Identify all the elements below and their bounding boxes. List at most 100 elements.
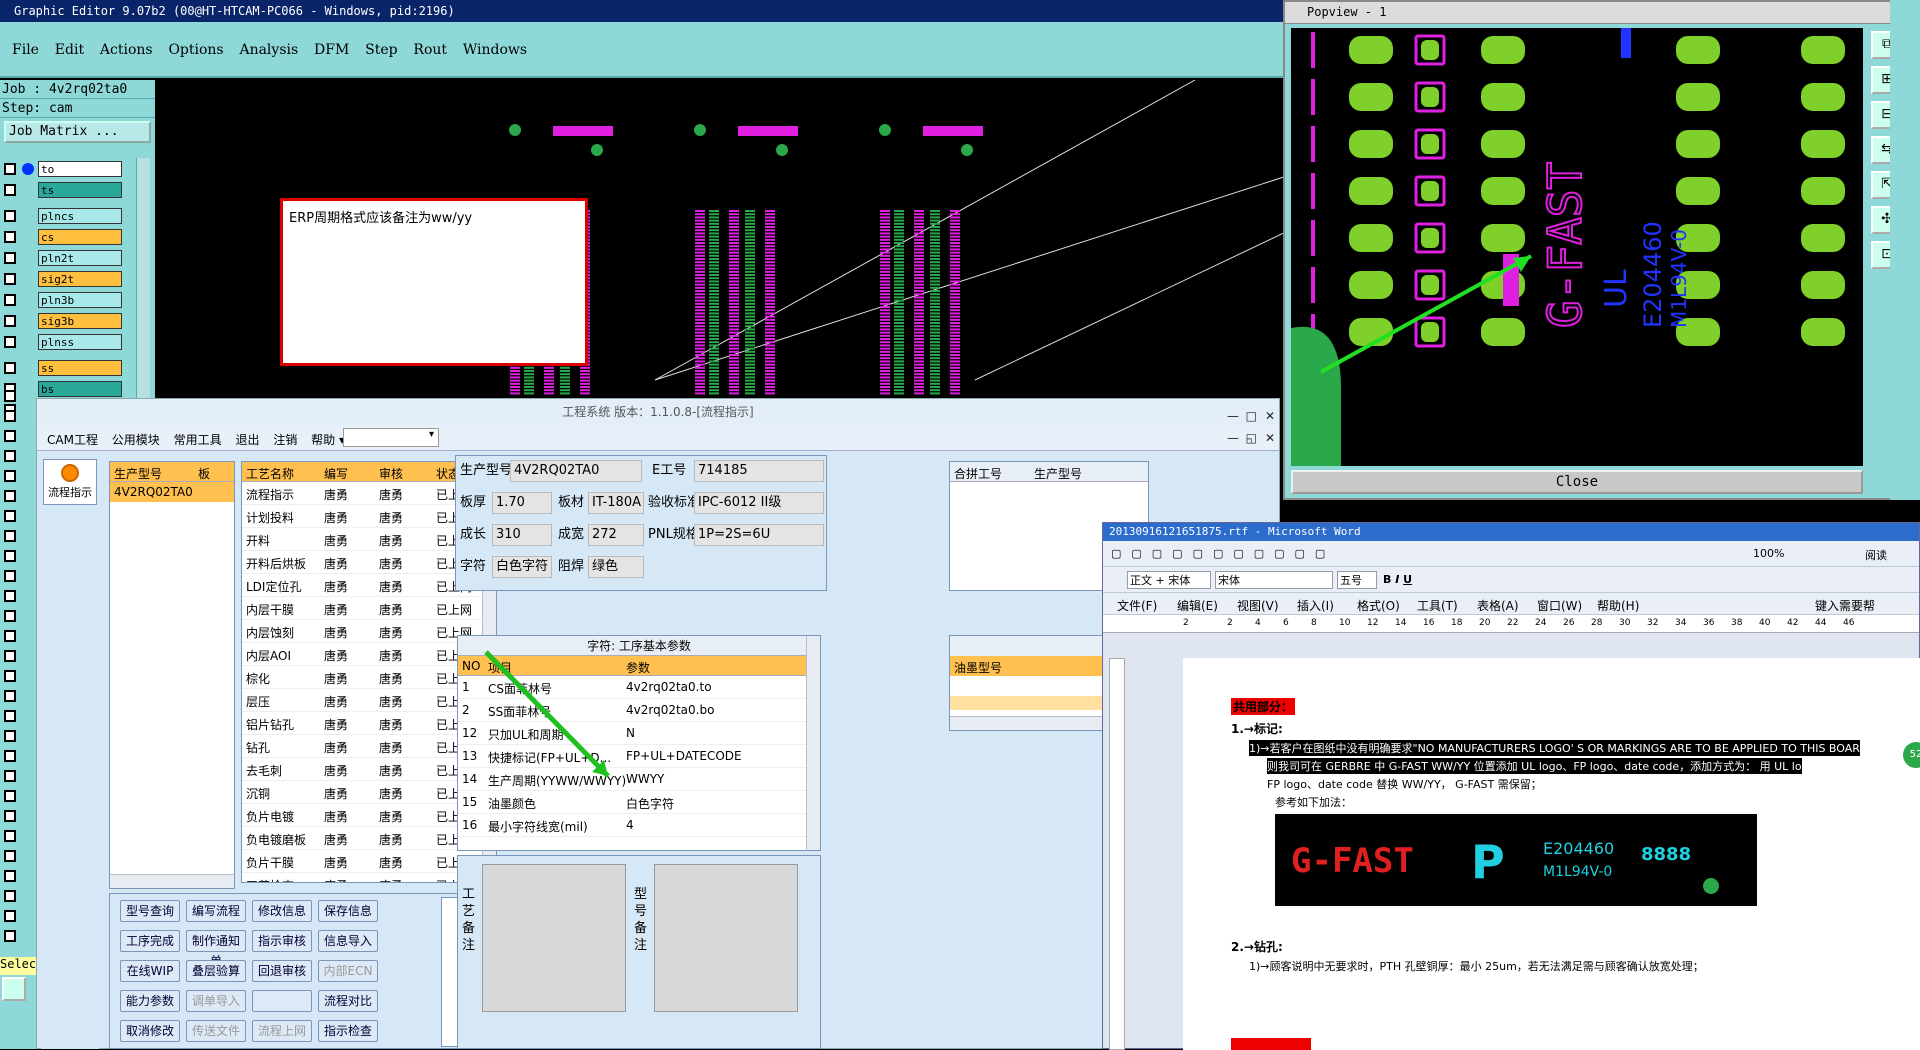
layer-row[interactable]: sig2t [2, 269, 140, 289]
param-row[interactable]: 13 快捷标记(FP+UL+D... FP+UL+DATECODE [458, 745, 820, 768]
menu-options[interactable]: Options [168, 42, 223, 58]
layer-toggle-box[interactable] [4, 770, 16, 782]
layer-toggle-box[interactable] [4, 410, 16, 422]
layer-toggle-box[interactable] [4, 710, 16, 722]
inner-minimize-button[interactable]: — [1227, 431, 1239, 445]
layer-toggle-box[interactable] [4, 570, 16, 582]
layer-name[interactable]: pln3b [38, 292, 122, 308]
word-menu-item[interactable]: 文件(F) [1117, 597, 1157, 614]
word-menu-item[interactable]: 表格(A) [1477, 597, 1519, 614]
model-remark-box[interactable] [654, 864, 798, 1012]
layer-checkbox[interactable] [4, 294, 16, 306]
menu-dfm[interactable]: DFM [314, 42, 349, 58]
action-button[interactable]: 取消修改 [120, 1020, 180, 1042]
word-document-page[interactable]: 共用部分： 1.→标记: 1)→若客户在图纸中没有明确要求"NO MANUFAC… [1183, 658, 1920, 1050]
menu-step[interactable]: Step [365, 42, 397, 58]
action-button[interactable]: 叠层验算 [186, 960, 246, 982]
layer-name[interactable]: ss [38, 360, 122, 376]
layer-toggle-box[interactable] [4, 610, 16, 622]
model-row-selected[interactable]: 4V2RQ02TA0 [110, 482, 234, 502]
process-nav-button[interactable]: 流程指示 [43, 459, 97, 505]
style-box[interactable]: 正文 + 宋体 [1127, 571, 1211, 589]
zoom-box[interactable]: 100% [1753, 547, 1784, 560]
layer-toggle-box[interactable] [4, 750, 16, 762]
layer-toggle-box[interactable] [4, 630, 16, 642]
notification-badge[interactable]: 52 [1903, 742, 1920, 768]
layer-toggle-box[interactable] [4, 530, 16, 542]
menu-actions[interactable]: Actions [100, 42, 153, 58]
word-menu-item[interactable]: 工具(T) [1417, 597, 1458, 614]
menu-exit[interactable]: 退出 [235, 431, 259, 448]
action-button[interactable]: 流程对比 [318, 990, 378, 1012]
layer-name[interactable]: plncs [38, 208, 122, 224]
size-box[interactable]: 五号 [1337, 571, 1377, 589]
word-menu-item[interactable]: 帮助(H) [1597, 597, 1639, 614]
layer-checkbox[interactable] [4, 315, 16, 327]
pcb-canvas[interactable]: ERP周期格式应该备注为ww/yy [155, 80, 1290, 400]
param-row[interactable]: 15 油墨颜色 白色字符 [458, 791, 820, 814]
layer-checkbox[interactable] [4, 273, 16, 285]
layer-toggle-box[interactable] [4, 690, 16, 702]
layer-row[interactable]: bs [2, 379, 140, 399]
layer-toggle-box[interactable] [4, 550, 16, 562]
layer-toggle-box[interactable] [4, 790, 16, 802]
layer-toggle-box[interactable] [4, 850, 16, 862]
action-button[interactable]: 修改信息 [252, 900, 312, 922]
process-remark-box[interactable] [482, 864, 626, 1012]
popview-canvas[interactable]: G-FAST UL E204460 M1L94V-0 [1291, 28, 1863, 466]
eng-combo-select[interactable]: ▾ [343, 428, 439, 447]
param-row[interactable]: 16 最小字符线宽(mil) 4 [458, 814, 820, 837]
layer-row[interactable]: pln3b [2, 290, 140, 310]
param-row[interactable]: 2 SS面菲林号 4v2rq02ta0.bo [458, 699, 820, 722]
layer-toggle-box[interactable] [4, 470, 16, 482]
menu-common-tools[interactable]: 常用工具 [174, 431, 222, 448]
layer-name[interactable]: pln2t [38, 250, 122, 266]
layer-toggle-box[interactable] [4, 810, 16, 822]
menu-analysis[interactable]: Analysis [239, 42, 298, 58]
layer-checkbox[interactable] [4, 336, 16, 348]
job-matrix-button[interactable]: Job Matrix ... [4, 121, 151, 143]
layer-toggle-box[interactable] [4, 730, 16, 742]
read-button[interactable]: 阅读 [1865, 547, 1887, 563]
model-list-scrollbar[interactable] [110, 874, 234, 888]
layer-toggle-box[interactable] [4, 930, 16, 942]
layer-name[interactable]: to [38, 161, 122, 177]
params-scrollbar[interactable] [806, 636, 820, 850]
menu-edit[interactable]: Edit [55, 42, 84, 58]
layer-toggle-box[interactable] [4, 430, 16, 442]
layer-row[interactable]: ss [2, 358, 140, 378]
select-tool-icon[interactable] [2, 977, 26, 1001]
bold-button[interactable]: B I U [1383, 573, 1412, 586]
font-box[interactable]: 宋体 [1215, 571, 1333, 589]
word-menu-item[interactable]: 视图(V) [1237, 597, 1279, 614]
layer-toggle-box[interactable] [4, 830, 16, 842]
help-hint[interactable]: 键入需要帮 [1815, 597, 1875, 614]
action-button[interactable]: 编写流程 [186, 900, 246, 922]
action-button[interactable]: 制作通知单 [186, 930, 246, 968]
layer-checkbox[interactable] [4, 231, 16, 243]
menu-common-module[interactable]: 公用模块 [112, 431, 160, 448]
action-button[interactable]: 型号查询 [120, 900, 180, 922]
action-button[interactable]: 保存信息 [318, 900, 378, 922]
layer-row[interactable]: plnss [2, 332, 140, 352]
action-button[interactable]: 指示检查 [318, 1020, 378, 1042]
layer-toggle-box[interactable] [4, 490, 16, 502]
menu-help[interactable]: 帮助 ▾ [311, 431, 345, 448]
layer-toggle-box[interactable] [4, 890, 16, 902]
layer-checkbox[interactable] [4, 362, 16, 374]
word-menu-item[interactable]: 编辑(E) [1177, 597, 1218, 614]
layer-row[interactable]: to [2, 159, 140, 179]
layer-name[interactable]: cs [38, 229, 122, 245]
table-row[interactable]: 内层干膜 唐勇 唐勇 已上网 [242, 597, 496, 620]
layer-toggle-box[interactable] [4, 450, 16, 462]
word-menu-item[interactable]: 格式(O) [1357, 597, 1400, 614]
layer-name[interactable]: sig2t [38, 271, 122, 287]
layer-row[interactable]: pln2t [2, 248, 140, 268]
layer-toggle-box[interactable] [4, 590, 16, 602]
layer-name[interactable]: sig3b [38, 313, 122, 329]
layer-row[interactable]: sig3b [2, 311, 140, 331]
layer-toggle-box[interactable] [4, 870, 16, 882]
action-button[interactable]: 工序完成 [120, 930, 180, 952]
inner-close-button[interactable]: ✕ [1265, 431, 1275, 445]
layer-toggle-box[interactable] [4, 390, 16, 402]
